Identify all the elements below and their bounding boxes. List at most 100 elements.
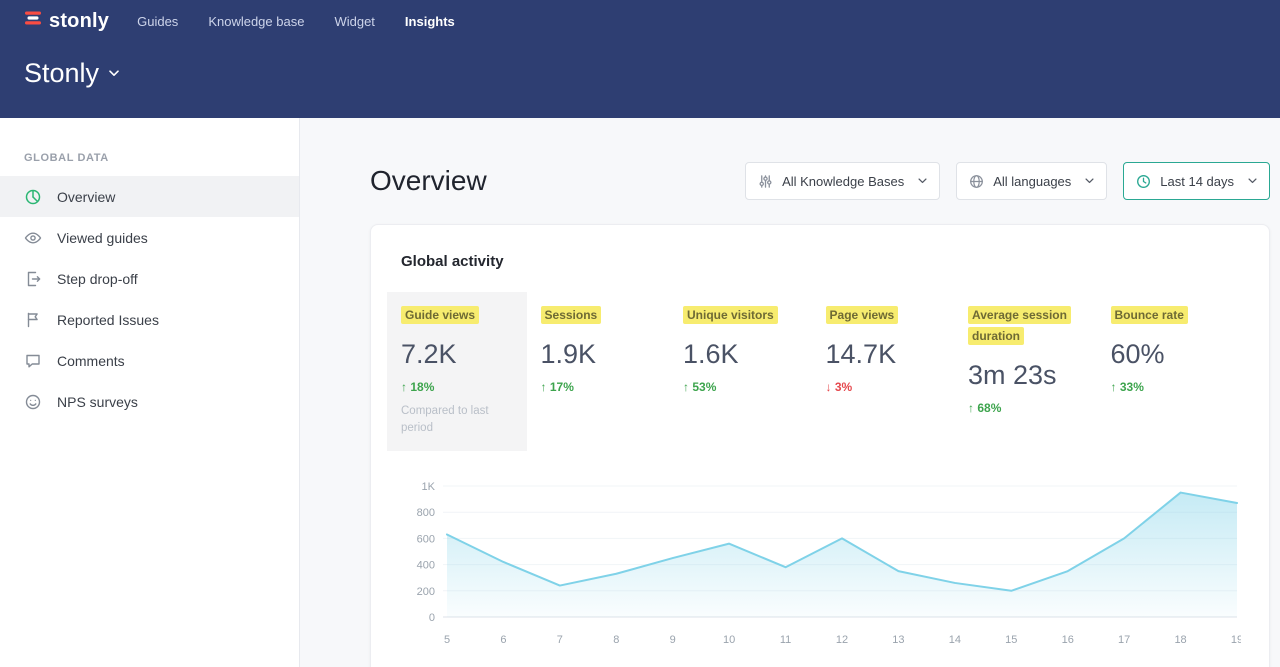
date-range-filter-value: Last 14 days	[1160, 174, 1234, 189]
smiley-icon	[24, 393, 42, 411]
knowledge-bases-filter-value: All Knowledge Bases	[782, 174, 904, 189]
svg-text:0: 0	[429, 612, 435, 624]
svg-text:14: 14	[949, 634, 961, 646]
stonly-logo-text: stonly	[49, 10, 109, 33]
main-content: Overview All Knowledge Bases All languag…	[300, 118, 1280, 667]
top-header: stonly Guides Knowledge base Widget Insi…	[0, 0, 1280, 118]
nav-item-widget[interactable]: Widget	[334, 14, 374, 29]
area-chart: 02004006008001K5678910111213141516171819	[401, 477, 1241, 652]
nav-item-knowledge-base[interactable]: Knowledge base	[208, 14, 304, 29]
sidebar-item-label: Overview	[57, 189, 115, 205]
metric-unique-visitors[interactable]: Unique visitors 1.6K ↑ 53%	[669, 292, 812, 451]
svg-text:400: 400	[417, 559, 435, 571]
workspace-selector[interactable]: Stonly	[24, 58, 119, 89]
sidebar-item-nps-surveys[interactable]: NPS surveys	[0, 381, 299, 422]
metric-delta-value: 68%	[977, 401, 1001, 415]
sidebar-item-reported-issues[interactable]: Reported Issues	[0, 299, 299, 340]
sidebar-item-label: Comments	[57, 353, 125, 369]
metric-sessions[interactable]: Sessions 1.9K ↑ 17%	[527, 292, 670, 451]
sidebar-item-step-drop-off[interactable]: Step drop-off	[0, 258, 299, 299]
step-dropoff-icon	[24, 270, 42, 288]
arrow-up-icon: ↑	[1111, 380, 1117, 394]
nav-items: Guides Knowledge base Widget Insights	[137, 14, 455, 29]
sidebar: GLOBAL DATA Overview Viewed guides Step …	[0, 118, 300, 667]
metric-average-session-duration[interactable]: Average session duration 3m 23s ↑ 68%	[954, 292, 1097, 451]
svg-text:8: 8	[613, 634, 619, 646]
metric-delta: ↓ 3%	[826, 380, 941, 394]
svg-text:600: 600	[417, 533, 435, 545]
languages-filter[interactable]: All languages	[956, 162, 1107, 200]
svg-text:17: 17	[1118, 634, 1130, 646]
metric-delta: ↑ 68%	[968, 401, 1083, 415]
overview-icon	[24, 188, 42, 206]
global-activity-chart: 02004006008001K5678910111213141516171819	[401, 477, 1239, 652]
svg-text:7: 7	[557, 634, 563, 646]
svg-text:13: 13	[892, 634, 904, 646]
metric-bounce-rate[interactable]: Bounce rate 60% ↑ 33%	[1097, 292, 1240, 451]
metric-value: 14.7K	[826, 339, 941, 370]
sidebar-section-label: GLOBAL DATA	[0, 152, 299, 164]
arrow-up-icon: ↑	[683, 380, 689, 394]
nav-item-insights[interactable]: Insights	[405, 14, 455, 29]
svg-text:9: 9	[670, 634, 676, 646]
metric-label: Average session duration	[968, 306, 1071, 345]
filters: All Knowledge Bases All languages	[745, 162, 1270, 200]
sidebar-item-comments[interactable]: Comments	[0, 340, 299, 381]
chevron-down-icon	[918, 178, 927, 184]
languages-filter-value: All languages	[993, 174, 1071, 189]
metric-delta-value: 17%	[550, 380, 574, 394]
svg-text:5: 5	[444, 634, 450, 646]
metric-value: 7.2K	[401, 339, 513, 370]
metric-delta: ↑ 17%	[541, 380, 656, 394]
metric-delta: ↑ 18%	[401, 380, 513, 394]
metrics-row: Guide views 7.2K ↑ 18% Compared to last …	[387, 292, 1239, 451]
svg-text:1K: 1K	[422, 481, 436, 493]
eye-icon	[24, 229, 42, 247]
svg-text:6: 6	[500, 634, 506, 646]
chevron-down-icon	[109, 70, 119, 77]
metric-value: 3m 23s	[968, 360, 1083, 391]
metric-label: Sessions	[541, 306, 602, 324]
metric-page-views[interactable]: Page views 14.7K ↓ 3%	[812, 292, 955, 451]
sidebar-item-viewed-guides[interactable]: Viewed guides	[0, 217, 299, 258]
sidebar-item-label: Viewed guides	[57, 230, 148, 246]
metric-delta-value: 3%	[835, 380, 852, 394]
metric-note: Compared to last period	[401, 403, 513, 438]
arrow-up-icon: ↑	[541, 380, 547, 394]
global-activity-card: Global activity Guide views 7.2K ↑ 18% C…	[370, 224, 1270, 667]
metric-guide-views[interactable]: Guide views 7.2K ↑ 18% Compared to last …	[387, 292, 527, 451]
svg-text:12: 12	[836, 634, 848, 646]
arrow-up-icon: ↑	[968, 401, 974, 415]
arrow-down-icon: ↓	[826, 380, 832, 394]
stonly-logo-icon	[24, 9, 42, 33]
metric-delta: ↑ 53%	[683, 380, 798, 394]
sidebar-item-label: NPS surveys	[57, 394, 138, 410]
comment-icon	[24, 352, 42, 370]
knowledge-bases-filter[interactable]: All Knowledge Bases	[745, 162, 940, 200]
workspace-name: Stonly	[24, 58, 99, 89]
clock-icon	[1136, 174, 1151, 189]
metric-label: Guide views	[401, 306, 479, 324]
metric-delta: ↑ 33%	[1111, 380, 1226, 394]
sliders-icon	[758, 174, 773, 189]
sidebar-item-label: Step drop-off	[57, 271, 138, 287]
top-navigation: stonly Guides Knowledge base Widget Insi…	[24, 0, 1256, 42]
flag-icon	[24, 311, 42, 329]
metric-delta-value: 18%	[410, 380, 434, 394]
svg-text:18: 18	[1174, 634, 1186, 646]
metric-value: 1.6K	[683, 339, 798, 370]
svg-text:10: 10	[723, 634, 735, 646]
sidebar-item-overview[interactable]: Overview	[0, 176, 299, 217]
nav-item-guides[interactable]: Guides	[137, 14, 178, 29]
metric-value: 1.9K	[541, 339, 656, 370]
metric-delta-value: 53%	[692, 380, 716, 394]
metric-label: Bounce rate	[1111, 306, 1188, 324]
metric-label: Unique visitors	[683, 306, 778, 324]
svg-text:16: 16	[1062, 634, 1074, 646]
date-range-filter[interactable]: Last 14 days	[1123, 162, 1270, 200]
card-title: Global activity	[401, 253, 1239, 270]
stonly-logo[interactable]: stonly	[24, 9, 109, 33]
chevron-down-icon	[1248, 178, 1257, 184]
svg-text:11: 11	[780, 634, 791, 646]
svg-text:200: 200	[417, 585, 435, 597]
